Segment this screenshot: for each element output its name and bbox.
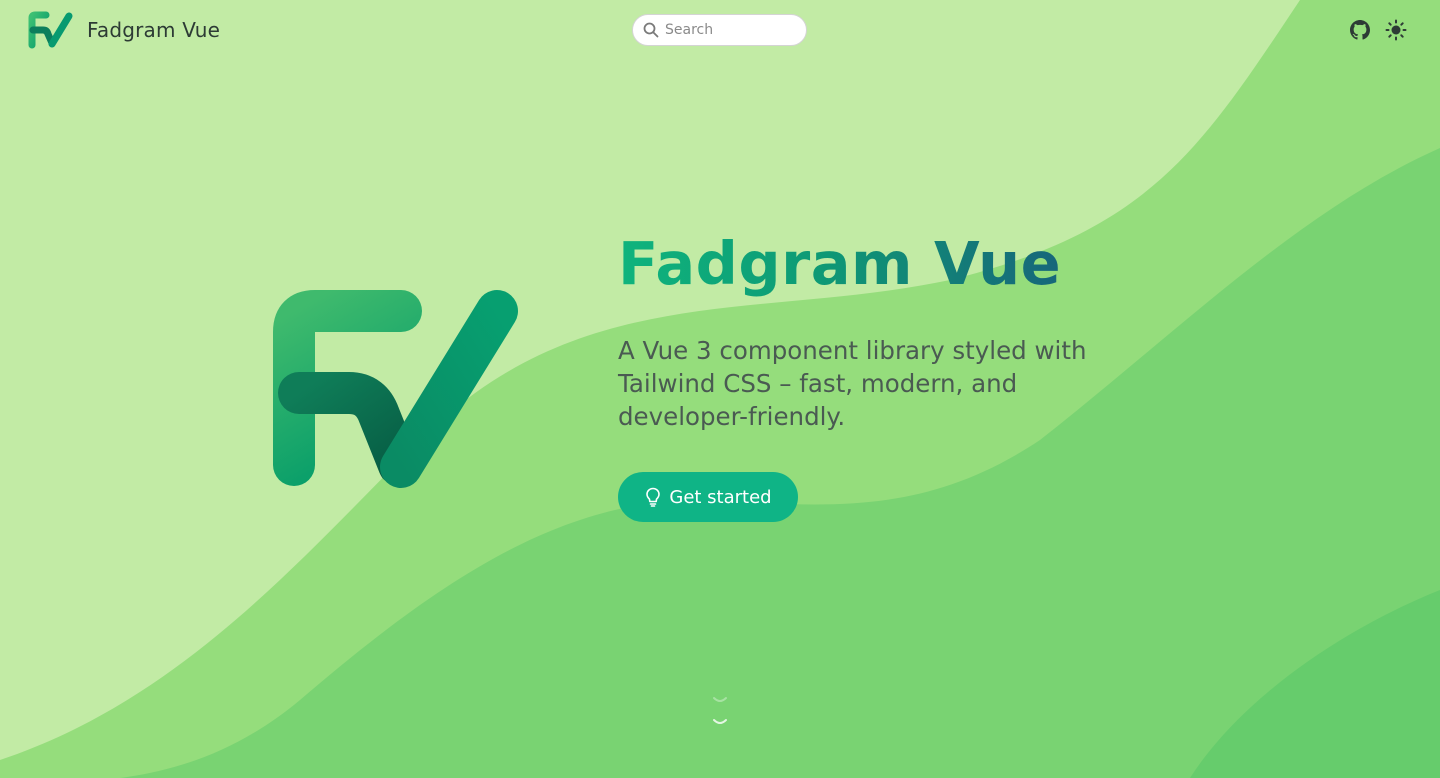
search-box[interactable]	[632, 14, 807, 46]
hero-fv-logo-icon	[273, 290, 518, 488]
hero-title: Fadgram Vue	[618, 226, 1061, 302]
brand-name: Fadgram Vue	[87, 18, 221, 42]
lightbulb-icon	[646, 487, 661, 507]
top-navbar: Fadgram Vue	[0, 0, 1440, 60]
search-input[interactable]	[665, 22, 795, 38]
chevron-down-icon[interactable]	[709, 693, 731, 731]
hero-subtitle: A Vue 3 component library styled with Ta…	[618, 336, 1087, 431]
brand-home-link[interactable]: Fadgram Vue	[28, 10, 220, 50]
get-started-button[interactable]: Get started	[618, 472, 798, 522]
search-icon	[643, 22, 659, 38]
github-icon	[1350, 20, 1370, 40]
get-started-label: Get started	[669, 486, 772, 508]
sun-icon	[1385, 19, 1407, 41]
github-link[interactable]	[1348, 18, 1372, 42]
theme-toggle-button[interactable]	[1384, 18, 1408, 42]
fv-logo-icon	[28, 11, 73, 49]
